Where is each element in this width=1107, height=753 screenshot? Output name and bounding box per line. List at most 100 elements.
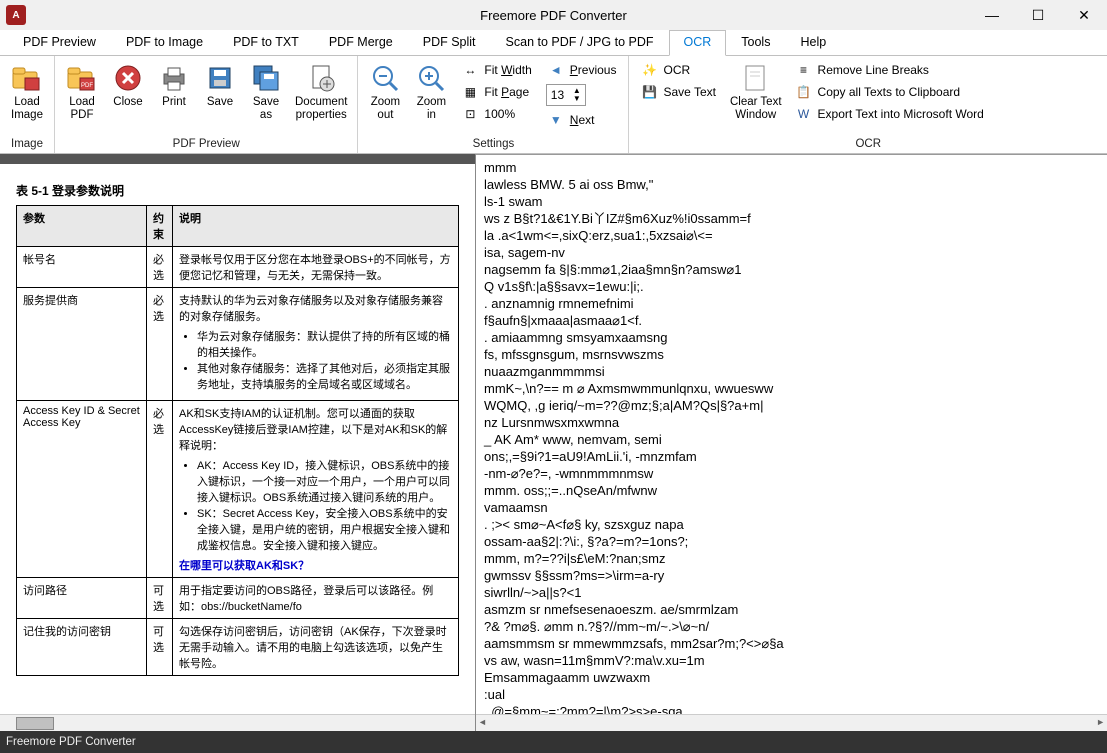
document-properties-button[interactable]: Document properties: [291, 60, 351, 124]
pdf-params-table: 参数 约 束 说明 帐号名 必 选 登录帐号仅用于区分您在本地登录OBS+的不同…: [16, 205, 459, 676]
zoom-100-button[interactable]: ⊡ 100%: [456, 104, 537, 124]
ak-sk-link[interactable]: 在哪里可以获取AK和SK？: [179, 557, 452, 573]
statusbar-text: Freemore PDF Converter: [6, 736, 136, 748]
tab-pdf-to-txt[interactable]: PDF to TXT: [218, 30, 314, 55]
tab-pdf-split[interactable]: PDF Split: [408, 30, 491, 55]
table-row: 访问路径 可 选 用于指定要访问的OBS路径，登录后可以该路径。例如：obs:/…: [17, 578, 459, 619]
minimize-button[interactable]: —: [969, 0, 1015, 30]
table-row: 服务提供商 必 选 支持默认的华为云对象存储服务以及对象存储服务兼容的对象存储服…: [17, 288, 459, 401]
print-label: Print: [162, 96, 186, 109]
pdf-table-caption: 表 5-1 登录参数说明: [16, 182, 459, 199]
zoom-out-label: Zoom out: [371, 96, 400, 122]
save-icon: [204, 62, 236, 94]
word-icon: W: [796, 106, 812, 122]
save-button[interactable]: Save: [199, 60, 241, 111]
save-text-label: Save Text: [663, 85, 715, 99]
table-row: 帐号名 必 选 登录帐号仅用于区分您在本地登录OBS+的不同帐号，方便您记忆和管…: [17, 247, 459, 288]
group-label-ocr: OCR: [635, 136, 1101, 153]
zoom-100-label: 100%: [484, 107, 515, 121]
main-split: 表 5-1 登录参数说明 参数 约 束 说明 帐号名 必 选 登录帐号仅用于区分…: [0, 154, 1107, 731]
tab-scan-to-pdf[interactable]: Scan to PDF / JPG to PDF: [491, 30, 669, 55]
page-number-input[interactable]: 13▲▼: [546, 84, 586, 106]
export-word-label: Export Text into Microsoft Word: [818, 107, 984, 121]
zoom-out-icon: [369, 62, 401, 94]
document-properties-icon: [305, 62, 337, 94]
header-constraint: 约 束: [147, 206, 173, 247]
zoom-in-label: Zoom in: [417, 96, 446, 122]
document-properties-label: Document properties: [295, 96, 347, 122]
close-button[interactable]: Close: [107, 60, 149, 111]
close-label: Close: [113, 96, 142, 109]
next-button[interactable]: ▼ Next: [542, 110, 623, 130]
ocr-pane: mmm lawless BMW. 5 ai oss Bmw," ls-1 swa…: [476, 154, 1107, 731]
close-window-button[interactable]: ✕: [1061, 0, 1107, 30]
zoom-100-icon: ⊡: [462, 106, 478, 122]
remove-line-breaks-button[interactable]: ≡ Remove Line Breaks: [790, 60, 990, 80]
group-label-settings: Settings: [364, 136, 622, 153]
ocr-button[interactable]: ✨OCR: [635, 60, 721, 80]
svg-text:PDF: PDF: [81, 83, 93, 89]
tab-pdf-merge[interactable]: PDF Merge: [314, 30, 408, 55]
copy-all-texts-button[interactable]: 📋Copy all Texts to Clipboard: [790, 82, 990, 102]
app-icon: A: [6, 5, 26, 25]
ocr-output-textarea[interactable]: mmm lawless BMW. 5 ai oss Bmw," ls-1 swa…: [476, 154, 1107, 714]
fit-width-icon: ↔: [462, 62, 478, 78]
ribbon-group-pdf-preview: PDF Load PDF Close Print Save Save as: [55, 56, 358, 153]
printer-icon: [158, 62, 190, 94]
fit-page-button[interactable]: ▦ Fit Page: [456, 82, 537, 102]
clipboard-icon: 📋: [796, 84, 812, 100]
export-word-button[interactable]: W Export Text into Microsoft Word: [790, 104, 990, 124]
fit-page-label: Fit Page: [484, 85, 529, 99]
ribbon-tabs: PDF Preview PDF to Image PDF to TXT PDF …: [0, 30, 1107, 56]
tab-pdf-to-image[interactable]: PDF to Image: [111, 30, 218, 55]
ribbon-group-settings: Zoom out Zoom in ↔Fit Width ▦ Fit Page ⊡ 1…: [358, 56, 629, 153]
remove-breaks-icon: ≡: [796, 62, 812, 78]
statusbar: Freemore PDF Converter: [0, 731, 1107, 753]
pdf-preview-viewport[interactable]: 表 5-1 登录参数说明 参数 约 束 说明 帐号名 必 选 登录帐号仅用于区分…: [0, 164, 475, 714]
save-as-label: Save as: [253, 96, 279, 122]
save-label: Save: [207, 96, 233, 109]
load-pdf-button[interactable]: PDF Load PDF: [61, 60, 103, 124]
tab-pdf-preview[interactable]: PDF Preview: [8, 30, 111, 55]
fit-page-icon: ▦: [462, 84, 478, 100]
folder-pdf-icon: PDF: [66, 62, 98, 94]
window-title: Freemore PDF Converter: [480, 8, 627, 23]
ocr-horizontal-scrollbar[interactable]: [476, 714, 1107, 731]
tab-tools[interactable]: Tools: [726, 30, 785, 55]
save-text-button[interactable]: 💾Save Text: [635, 82, 721, 102]
group-label-pdf-preview: PDF Preview: [61, 136, 351, 153]
window-controls: — ☐ ✕: [969, 0, 1107, 30]
header-param: 参数: [17, 206, 147, 247]
clear-text-icon: [740, 62, 772, 94]
titlebar: A Freemore PDF Converter — ☐ ✕: [0, 0, 1107, 30]
load-pdf-label: Load PDF: [69, 96, 95, 122]
ocr-label: OCR: [663, 63, 690, 77]
ribbon-group-ocr: ✨OCR 💾Save Text Clear Text Window ≡ Remov…: [629, 56, 1107, 153]
save-as-button[interactable]: Save as: [245, 60, 287, 124]
load-image-label: Load Image: [11, 96, 43, 122]
table-header-row: 参数 约 束 说明: [17, 206, 459, 247]
tab-ocr[interactable]: OCR: [669, 30, 727, 56]
zoom-in-button[interactable]: Zoom in: [410, 60, 452, 124]
pdf-horizontal-scrollbar[interactable]: [0, 714, 475, 731]
next-icon: ▼: [548, 112, 564, 128]
fit-width-button[interactable]: ↔Fit Width: [456, 60, 537, 80]
previous-icon: ◄: [548, 62, 564, 78]
print-button[interactable]: Print: [153, 60, 195, 111]
pdf-preview-pane: 表 5-1 登录参数说明 参数 约 束 说明 帐号名 必 选 登录帐号仅用于区分…: [0, 154, 476, 731]
table-row: 记住我的访问密钥 可 选 勾选保存访问密钥后，访问密钥（AK保存，下次登录时无需…: [17, 619, 459, 676]
previous-button[interactable]: ◄ Previous: [542, 60, 623, 80]
pdf-header-band: [0, 154, 475, 164]
tab-help[interactable]: Help: [785, 30, 841, 55]
clear-text-window-button[interactable]: Clear Text Window: [726, 60, 786, 124]
maximize-button[interactable]: ☐: [1015, 0, 1061, 30]
previous-label: Previous: [570, 63, 617, 77]
close-icon: [112, 62, 144, 94]
next-label: Next: [570, 113, 595, 127]
zoom-out-button[interactable]: Zoom out: [364, 60, 406, 124]
remove-breaks-label: Remove Line Breaks: [818, 63, 929, 77]
load-image-button[interactable]: Load Image: [6, 60, 48, 124]
header-desc: 说明: [173, 206, 459, 247]
page-number-value: 13: [551, 88, 564, 102]
group-label-image: Image: [6, 136, 48, 153]
